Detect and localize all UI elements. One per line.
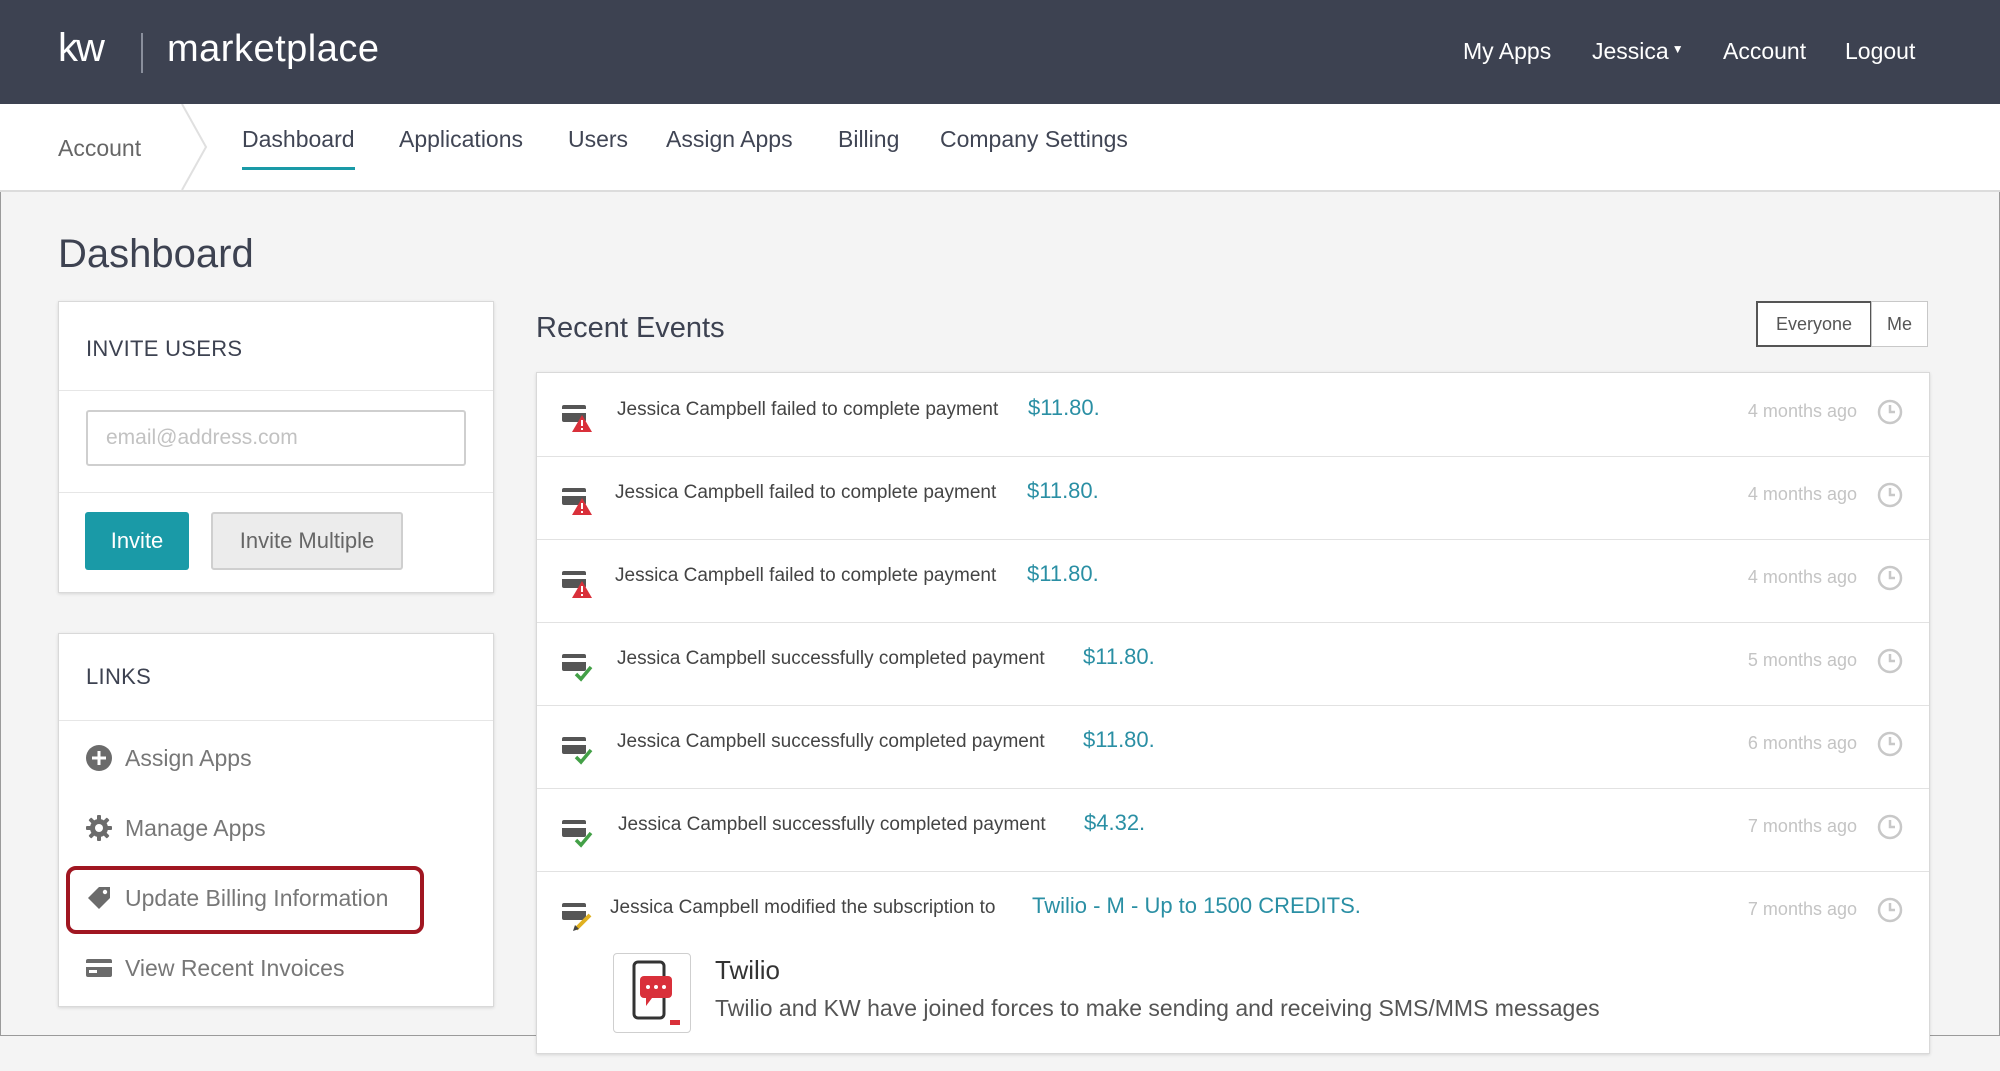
event-text: Jessica Campbell modified the subscripti… <box>610 897 996 918</box>
event-row: Jessica Campbell failed to complete paym… <box>537 373 1929 457</box>
tag-icon <box>88 887 110 909</box>
link-assign-apps[interactable]: Assign Apps <box>85 738 252 778</box>
app-description: Twilio and KW have joined forces to make… <box>715 995 1600 1021</box>
event-time: 7 months ago <box>1747 899 1857 919</box>
clock-icon <box>1877 648 1903 674</box>
payment-success-icon <box>562 737 593 765</box>
nav-user-menu[interactable]: Jessica ▼ <box>1592 38 1684 65</box>
payment-success-icon <box>562 654 593 682</box>
payment-failed-icon <box>562 405 592 432</box>
plus-circle-icon <box>86 745 112 771</box>
event-text: Jessica Campbell successfully completed … <box>617 648 1045 669</box>
event-amount-link[interactable]: $4.32. <box>1084 810 1145 836</box>
divider <box>59 390 493 391</box>
divider <box>59 492 493 493</box>
event-row: Jessica Campbell successfully completed … <box>537 622 1929 706</box>
credit-card-icon <box>86 959 112 977</box>
tab-company-settings[interactable]: Company Settings <box>940 126 1128 167</box>
event-time: 7 months ago <box>1747 816 1857 836</box>
caret-down-icon: ▼ <box>1671 42 1684 56</box>
links-panel: LINKS Assign Apps Manage Apps Update Bil… <box>58 633 494 1007</box>
breadcrumb-chevron-icon <box>181 104 208 190</box>
subscription-modified-icon <box>562 903 592 931</box>
tab-billing[interactable]: Billing <box>838 126 899 167</box>
divider <box>59 720 493 721</box>
marketplace-logo-text[interactable]: marketplace <box>167 28 379 71</box>
event-text: Jessica Campbell successfully completed … <box>617 731 1045 752</box>
page-title: Dashboard <box>58 232 254 276</box>
phone-message-icon <box>632 960 680 1025</box>
kw-logo[interactable]: kw <box>58 26 105 71</box>
clock-icon <box>1877 814 1903 840</box>
event-text: Jessica Campbell failed to complete paym… <box>615 565 997 586</box>
event-text: Jessica Campbell failed to complete paym… <box>617 399 999 420</box>
clock-icon <box>1877 399 1903 425</box>
invite-users-title: INVITE USERS <box>86 336 243 361</box>
link-label: Manage Apps <box>125 814 266 841</box>
event-subscription-link[interactable]: Twilio - M - Up to 1500 CREDITS. <box>1032 893 1361 919</box>
event-row: Jessica Campbell failed to complete paym… <box>537 539 1929 623</box>
links-title: LINKS <box>86 664 152 689</box>
event-amount-link[interactable]: $11.80. <box>1027 478 1099 504</box>
tab-users[interactable]: Users <box>568 126 628 167</box>
event-time: 4 months ago <box>1747 401 1857 421</box>
sub-navigation: Account Dashboard Applications Users Ass… <box>0 104 2000 192</box>
tab-dashboard[interactable]: Dashboard <box>242 126 355 170</box>
event-time: 4 months ago <box>1747 484 1857 504</box>
link-view-recent-invoices[interactable]: View Recent Invoices <box>85 948 344 988</box>
invite-users-panel: INVITE USERS Invite Invite Multiple <box>58 301 494 593</box>
event-row: Jessica Campbell failed to complete paym… <box>537 456 1929 540</box>
payment-success-icon <box>562 820 593 848</box>
nav-user-name: Jessica <box>1592 38 1669 64</box>
event-time: 4 months ago <box>1747 567 1857 587</box>
event-time: 6 months ago <box>1747 733 1857 753</box>
event-text: Jessica Campbell successfully completed … <box>618 814 1046 835</box>
event-text: Jessica Campbell failed to complete paym… <box>615 482 997 503</box>
filter-me-button[interactable]: Me <box>1871 301 1928 347</box>
clock-icon <box>1877 731 1903 757</box>
link-update-billing-information[interactable]: Update Billing Information <box>85 878 388 918</box>
nav-my-apps[interactable]: My Apps <box>1463 38 1551 65</box>
tab-applications[interactable]: Applications <box>399 126 523 167</box>
event-row: Jessica Campbell successfully completed … <box>537 705 1929 789</box>
link-manage-apps[interactable]: Manage Apps <box>85 808 266 848</box>
event-amount-link[interactable]: $11.80. <box>1027 561 1099 587</box>
email-input[interactable] <box>86 410 466 466</box>
top-navigation-bar: kw marketplace My Apps Jessica ▼ Account … <box>0 0 2000 104</box>
event-amount-link[interactable]: $11.80. <box>1083 727 1155 753</box>
link-label: Assign Apps <box>125 744 252 771</box>
payment-failed-icon <box>562 571 592 598</box>
app-name[interactable]: Twilio <box>715 955 780 986</box>
tab-assign-apps[interactable]: Assign Apps <box>666 126 793 167</box>
filter-everyone-button[interactable]: Everyone <box>1756 301 1872 347</box>
clock-icon <box>1877 897 1903 923</box>
recent-events-list: Jessica Campbell failed to complete paym… <box>536 372 1930 1054</box>
gear-icon <box>86 815 112 841</box>
breadcrumb-account[interactable]: Account <box>58 135 141 162</box>
recent-events-title: Recent Events <box>536 312 725 344</box>
nav-logout[interactable]: Logout <box>1845 38 1915 65</box>
payment-failed-icon <box>562 488 592 515</box>
clock-icon <box>1877 565 1903 591</box>
twilio-app-logo[interactable] <box>613 953 691 1033</box>
event-amount-link[interactable]: $11.80. <box>1028 395 1100 421</box>
logo-divider <box>141 33 143 73</box>
clock-icon <box>1877 482 1903 508</box>
invite-button[interactable]: Invite <box>85 512 189 570</box>
link-label: View Recent Invoices <box>125 954 345 981</box>
event-amount-link[interactable]: $11.80. <box>1083 644 1155 670</box>
nav-account[interactable]: Account <box>1723 38 1806 65</box>
invite-multiple-button[interactable]: Invite Multiple <box>211 512 403 570</box>
event-row: Jessica Campbell successfully completed … <box>537 788 1929 872</box>
link-label: Update Billing Information <box>125 884 389 911</box>
event-time: 5 months ago <box>1747 650 1857 670</box>
